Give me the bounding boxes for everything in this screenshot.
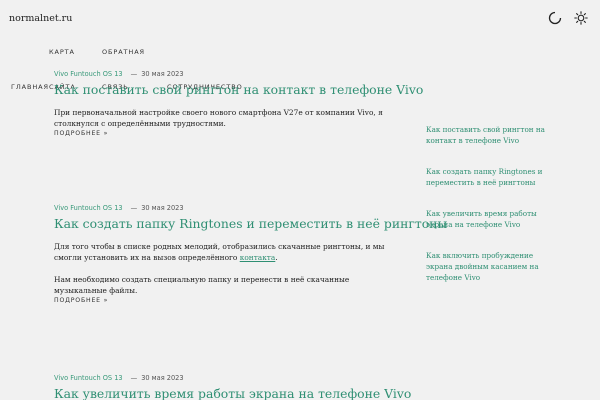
read-more-link[interactable]: Подробнее »	[54, 130, 394, 137]
post-title-link[interactable]: Как поставить свой рингтон на контакт в …	[54, 82, 423, 97]
nav-item-home[interactable]: Главная	[11, 83, 49, 91]
post-title-link[interactable]: Как создать папку Ringtones и переместит…	[54, 216, 447, 231]
post-date: 30 мая 2023	[141, 204, 184, 212]
loader-icon[interactable]	[548, 11, 562, 25]
post-category-link[interactable]: Vivo Funtouch OS 13	[54, 374, 123, 382]
site-logo[interactable]: normalnet.ru	[9, 13, 72, 24]
post-card: Vivo Funtouch OS 13—30 мая 2023 Как пост…	[54, 70, 423, 137]
sidebar-post-link[interactable]: Как поставить свой рингтон на контакт в …	[426, 124, 546, 146]
sidebar-recent-posts: Как поставить свой рингтон на контакт в …	[426, 124, 546, 303]
post-card: Vivo Funtouch OS 13—30 мая 2023 Как созд…	[54, 204, 447, 304]
nav-item-map[interactable]: Карта	[49, 48, 75, 56]
post-excerpt: При первоначальной настройке своего ново…	[54, 108, 383, 128]
sidebar-post-link[interactable]: Как включить пробуждение экрана двойным …	[426, 250, 546, 283]
sidebar-post-link[interactable]: Как создать папку Ringtones и переместит…	[426, 166, 546, 188]
nav-item-feedback[interactable]: Обратная	[102, 48, 145, 56]
post-category-link[interactable]: Vivo Funtouch OS 13	[54, 70, 123, 78]
post-date: 30 мая 2023	[141, 374, 184, 382]
post-meta: Vivo Funtouch OS 13—30 мая 2023	[54, 204, 184, 212]
post-meta: Vivo Funtouch OS 13—30 мая 2023	[54, 70, 184, 78]
page: normalnet.ru Карта Обратная Главная сайт…	[0, 0, 600, 400]
contact-link[interactable]: контакта	[240, 253, 276, 262]
post-category-link[interactable]: Vivo Funtouch OS 13	[54, 204, 123, 212]
sidebar-post-link[interactable]: Как увеличить время работы экрана на тел…	[426, 208, 546, 230]
post-meta: Vivo Funtouch OS 13—30 мая 2023	[54, 374, 184, 382]
post-excerpt: Для того чтобы в списке родных мелодий, …	[54, 242, 385, 262]
post-date: 30 мая 2023	[141, 70, 184, 78]
sun-icon[interactable]	[574, 11, 588, 25]
read-more-link[interactable]: Подробнее »	[54, 297, 394, 304]
post-card: Vivo Funtouch OS 13—30 мая 2023 Как увел…	[54, 374, 411, 400]
post-excerpt-continued: Нам необходимо создать специальную папку…	[54, 275, 350, 295]
post-title-link[interactable]: Как увеличить время работы экрана на тел…	[54, 386, 411, 400]
